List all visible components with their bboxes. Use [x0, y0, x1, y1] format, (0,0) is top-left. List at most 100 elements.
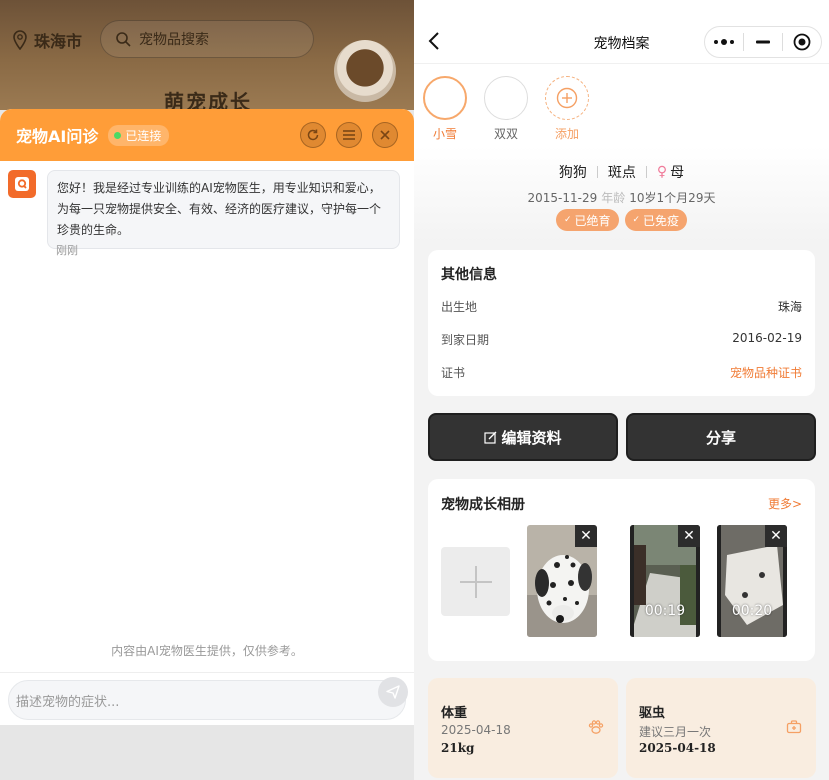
- info-value: 2016-02-19: [732, 331, 802, 345]
- weight-title: 体重: [441, 706, 468, 721]
- info-row-home-date: 到家日期 2016-02-19: [441, 331, 802, 348]
- add-pet-circle: [545, 76, 589, 120]
- pet-status-tags: ✓ 已绝育 ✓ 已免疫: [414, 209, 829, 231]
- info-row-birthplace: 出生地 珠海: [441, 298, 802, 315]
- delete-video-icon[interactable]: ✕: [678, 525, 700, 547]
- divider: [596, 166, 598, 178]
- species-value: 狗狗: [558, 165, 587, 181]
- plus-circle-icon: [556, 87, 578, 109]
- pet-profile-pane: 宠物档案 小雪 双双 添加 狗狗 斑点 ♀ 母 2015-11-29 年龄 10…: [414, 0, 829, 780]
- deworming-date: 2025-04-18: [639, 741, 716, 755]
- status-text: 已连接: [125, 128, 162, 143]
- medicine-box-icon: [786, 720, 802, 734]
- delete-photo-icon[interactable]: ✕: [575, 525, 597, 547]
- minimize-icon: [756, 40, 770, 44]
- refresh-button[interactable]: [300, 122, 326, 148]
- product-search-input[interactable]: 宠物品搜索: [100, 20, 314, 58]
- album-more-link[interactable]: 更多>: [768, 495, 802, 512]
- album-heading: 宠物成长相册: [441, 497, 525, 513]
- age-label: 年龄: [601, 191, 626, 205]
- delete-video-icon[interactable]: ✕: [765, 525, 787, 547]
- left-pane: 珠海市 宠物品搜索 萌宠成长 宠物AI问诊 已连接 您好！我是经过专业训练的AI…: [0, 0, 414, 780]
- location-selector[interactable]: 珠海市: [12, 28, 82, 52]
- deworming-card[interactable]: 驱虫 建议三月一次 2025-04-18: [626, 678, 816, 778]
- divider: [645, 166, 647, 178]
- certificate-link[interactable]: 宠物品种证书: [730, 364, 802, 381]
- info-value: 珠海: [777, 300, 802, 314]
- background-home-header: 珠海市 宠物品搜索 萌宠成长: [0, 0, 414, 114]
- search-icon: [116, 32, 131, 47]
- ai-message: 您好！我是经过专业训练的AI宠物医生，用专业知识和爱心，为每一只宠物提供安全、有…: [8, 170, 400, 249]
- breed-value: 斑点: [607, 165, 636, 181]
- pet-age-line: 2015-11-29 年龄 10岁1个月29天: [414, 189, 829, 206]
- pet-basic-line: 狗狗 斑点 ♀ 母: [414, 162, 829, 182]
- symptom-input-placeholder: 描述宠物的症状...: [16, 694, 120, 710]
- symptom-input[interactable]: 描述宠物的症状...: [8, 680, 406, 720]
- status-dot-icon: [114, 131, 122, 139]
- video-duration: 00:20: [731, 603, 773, 619]
- info-label: 到家日期: [441, 333, 490, 347]
- neutered-badge: ✓ 已绝育: [555, 209, 619, 231]
- navigation-bar: 宠物档案: [414, 0, 829, 64]
- deworming-note: 建议三月一次: [639, 725, 712, 739]
- edit-profile-label: 编辑资料: [501, 428, 562, 447]
- close-icon: [380, 130, 390, 140]
- add-pet-button[interactable]: 添加: [544, 76, 590, 142]
- weight-card[interactable]: 体重 2025-04-18 21kg: [428, 678, 618, 778]
- deworming-title: 驱虫: [639, 706, 666, 721]
- age-value: 10岁1个月29天: [629, 191, 716, 205]
- add-photo-button[interactable]: [441, 547, 510, 616]
- close-chat-button[interactable]: [372, 122, 398, 148]
- info-label: 出生地: [441, 300, 478, 314]
- share-button[interactable]: 分享: [626, 413, 816, 461]
- message-timestamp: 刚刚: [56, 244, 78, 257]
- growth-album-card: 宠物成长相册 更多> ✕ 00:19 ✕ 00:20 ✕: [428, 479, 815, 661]
- gender-value: 母: [670, 165, 685, 181]
- share-label: 分享: [705, 428, 736, 447]
- pet-tab-2[interactable]: 双双: [483, 76, 529, 142]
- ai-doctor-logo-icon: [15, 177, 29, 191]
- search-placeholder: 宠物品搜索: [139, 32, 209, 48]
- check-icon: ✓: [632, 215, 641, 225]
- neutered-label: 已绝育: [574, 213, 611, 228]
- ai-consult-panel: 宠物AI问诊 已连接 您好！我是经过专业训练的AI宠物医生，用专业知识和爱心，为…: [0, 109, 414, 725]
- other-info-card: 其他信息 出生地 珠海 到家日期 2016-02-19 证书 宠物品种证书: [428, 250, 815, 396]
- album-video[interactable]: 00:20 ✕: [717, 525, 787, 637]
- chat-header: 宠物AI问诊 已连接: [0, 109, 414, 161]
- pet-food-bowl-image: [334, 40, 396, 102]
- message-bubble: 您好！我是经过专业训练的AI宠物医生，用专业知识和爱心，为每一只宠物提供安全、有…: [47, 170, 400, 249]
- info-label: 证书: [441, 366, 466, 380]
- chat-title: 宠物AI问诊: [16, 127, 99, 146]
- weight-date: 2025-04-18: [441, 723, 511, 737]
- pet-name: 双双: [493, 127, 518, 141]
- pet-tab-1[interactable]: 小雪: [422, 76, 468, 142]
- exit-miniprogram-button[interactable]: [783, 27, 821, 57]
- send-button[interactable]: [378, 677, 408, 707]
- paw-icon: [588, 720, 604, 734]
- edit-profile-button[interactable]: 编辑资料: [428, 413, 618, 461]
- miniprogram-capsule: [704, 26, 822, 58]
- minimize-button[interactable]: [744, 27, 782, 57]
- refresh-icon: [307, 129, 319, 141]
- other-info-heading: 其他信息: [441, 267, 497, 283]
- ai-doctor-avatar: [8, 170, 36, 198]
- history-list-button[interactable]: [336, 122, 362, 148]
- video-duration: 00:19: [644, 603, 686, 619]
- pet-avatar: [423, 76, 467, 120]
- album-photo[interactable]: ✕: [527, 525, 597, 637]
- pet-name: 小雪: [432, 127, 457, 141]
- more-dots-icon: [714, 39, 734, 45]
- connection-status-badge: 已连接: [108, 124, 170, 146]
- female-icon: ♀: [656, 164, 668, 180]
- weight-value: 21kg: [441, 741, 475, 755]
- send-icon: [386, 685, 400, 699]
- pet-avatar: [484, 76, 528, 120]
- vaccinated-badge: ✓ 已免疫: [624, 209, 688, 231]
- pet-summary: 狗狗 斑点 ♀ 母 2015-11-29 年龄 10岁1个月29天 ✓ 已绝育 ✓ 已免…: [414, 146, 829, 242]
- chat-header-actions: [300, 122, 398, 148]
- more-options-button[interactable]: [705, 27, 743, 57]
- pet-switcher: 小雪 双双 添加: [414, 64, 829, 146]
- album-video[interactable]: 00:19 ✕: [630, 525, 700, 637]
- disclaimer-text: 内容由AI宠物医生提供，仅供参考。: [111, 644, 303, 658]
- target-close-icon: [793, 33, 811, 51]
